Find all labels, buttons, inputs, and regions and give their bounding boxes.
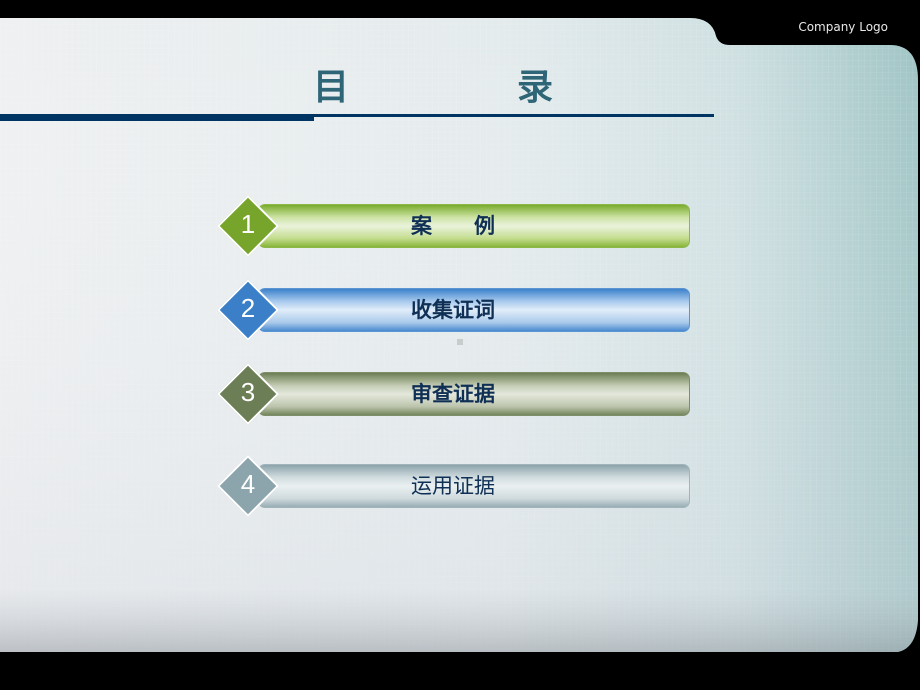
title-rule-thin xyxy=(314,114,714,117)
menu-item-label: 案 例 xyxy=(411,214,495,238)
company-logo: Company Logo xyxy=(798,20,888,34)
menu-item-label: 审查证据 xyxy=(411,382,495,406)
menu-item-number: 4 xyxy=(240,469,256,499)
title-char-1: 目 xyxy=(313,67,350,108)
menu-item-2[interactable]: 收集证词 2 xyxy=(216,278,692,342)
menu-item-number: 2 xyxy=(240,293,256,323)
menu-item-label: 运用证据 xyxy=(411,474,495,498)
menu-item-3[interactable]: 审查证据 3 xyxy=(216,362,692,426)
small-marker xyxy=(457,339,463,345)
title-rule-thick xyxy=(0,114,314,121)
title-char-2: 录 xyxy=(517,67,554,108)
menu-item-label: 收集证词 xyxy=(411,298,495,322)
menu-item-4[interactable]: 运用证据 4 xyxy=(216,454,692,518)
page-title: 目 录 xyxy=(0,58,920,108)
menu-item-number: 1 xyxy=(240,209,256,239)
menu-item-number: 3 xyxy=(240,377,256,407)
menu-item-1[interactable]: 案 例 1 xyxy=(216,194,692,258)
